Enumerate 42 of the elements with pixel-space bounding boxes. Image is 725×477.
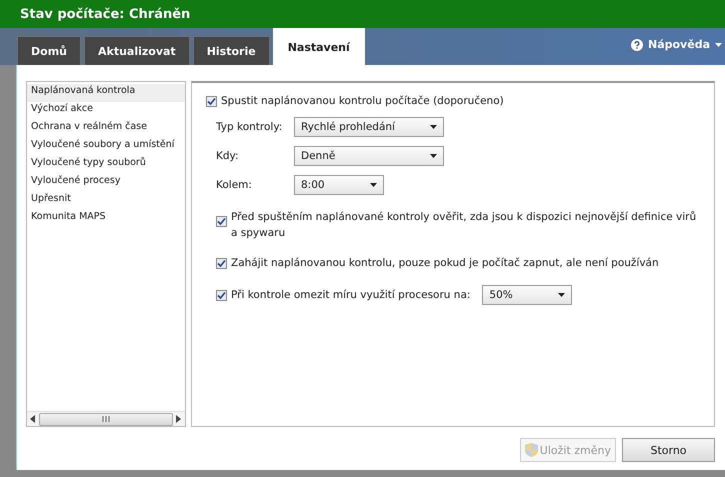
list-item[interactable]: Naplánovaná kontrola — [27, 84, 185, 102]
list-item[interactable]: Upřesnit — [27, 192, 185, 210]
right-arrow-icon[interactable] — [176, 415, 182, 423]
help-menu[interactable]: Nápověda — [631, 38, 722, 51]
checkbox[interactable] — [206, 96, 217, 106]
dropdown[interactable]: 50% — [482, 285, 572, 305]
checkbox-label: Při kontrole omezit míru využití procesoru na: — [231, 288, 470, 303]
help-icon — [631, 38, 643, 50]
field-label: Kdy: — [216, 150, 240, 162]
dropdown[interactable]: 8:00 — [294, 175, 384, 195]
tab[interactable]: Domů — [17, 36, 81, 65]
horizontal-scrollbar[interactable] — [27, 411, 185, 426]
window-title: Stav počítače: Chráněn — [20, 6, 190, 22]
caret-icon — [430, 154, 437, 158]
checkbox[interactable] — [216, 216, 227, 227]
dropdown[interactable]: Rychlé prohledání — [294, 117, 444, 137]
checkbox-label: Zahájit naplánovanou kontrolu, pouze pokud je počítač zapnut, ale není používán — [231, 256, 659, 271]
checkbox-label: Před spuštěním naplánované kontroly ověřit, zda jsou k dispozici nejnovější definice virů a spywaru — [231, 210, 698, 241]
cancel-button[interactable]: Storno — [622, 438, 715, 462]
caret-icon — [370, 183, 377, 187]
checkbox[interactable] — [216, 290, 227, 300]
dropdown[interactable]: Denně — [294, 146, 444, 166]
left-arrow-icon[interactable] — [30, 415, 36, 423]
scroll-thumb[interactable] — [39, 412, 173, 426]
checkbox[interactable] — [216, 258, 227, 268]
list-item[interactable]: Vyloučené typy souborů — [27, 156, 185, 174]
tab[interactable]: Historie — [192, 36, 270, 65]
caret-icon — [715, 42, 722, 46]
list-item[interactable]: Výchozí akce — [27, 102, 185, 120]
list-item[interactable]: Vyloučené procesy — [27, 174, 185, 192]
tab[interactable]: Nastavení — [272, 28, 365, 65]
field-label: Typ kontroly: — [216, 121, 284, 133]
grip-icon — [102, 416, 110, 422]
tab[interactable]: Aktualizovat — [84, 36, 190, 65]
field-label: Kolem: — [216, 179, 253, 191]
list-item[interactable]: Komunita MAPS — [27, 210, 185, 228]
caret-icon — [430, 125, 437, 129]
caret-icon — [558, 293, 566, 297]
checkbox-label: Spustit naplánovanou kontrolu počítače (doporučeno) — [221, 95, 504, 107]
shield-icon — [524, 443, 538, 457]
list-item[interactable]: Ochrana v reálném čase — [27, 120, 185, 138]
list-item[interactable]: Vyloučené soubory a umístění — [27, 138, 185, 156]
